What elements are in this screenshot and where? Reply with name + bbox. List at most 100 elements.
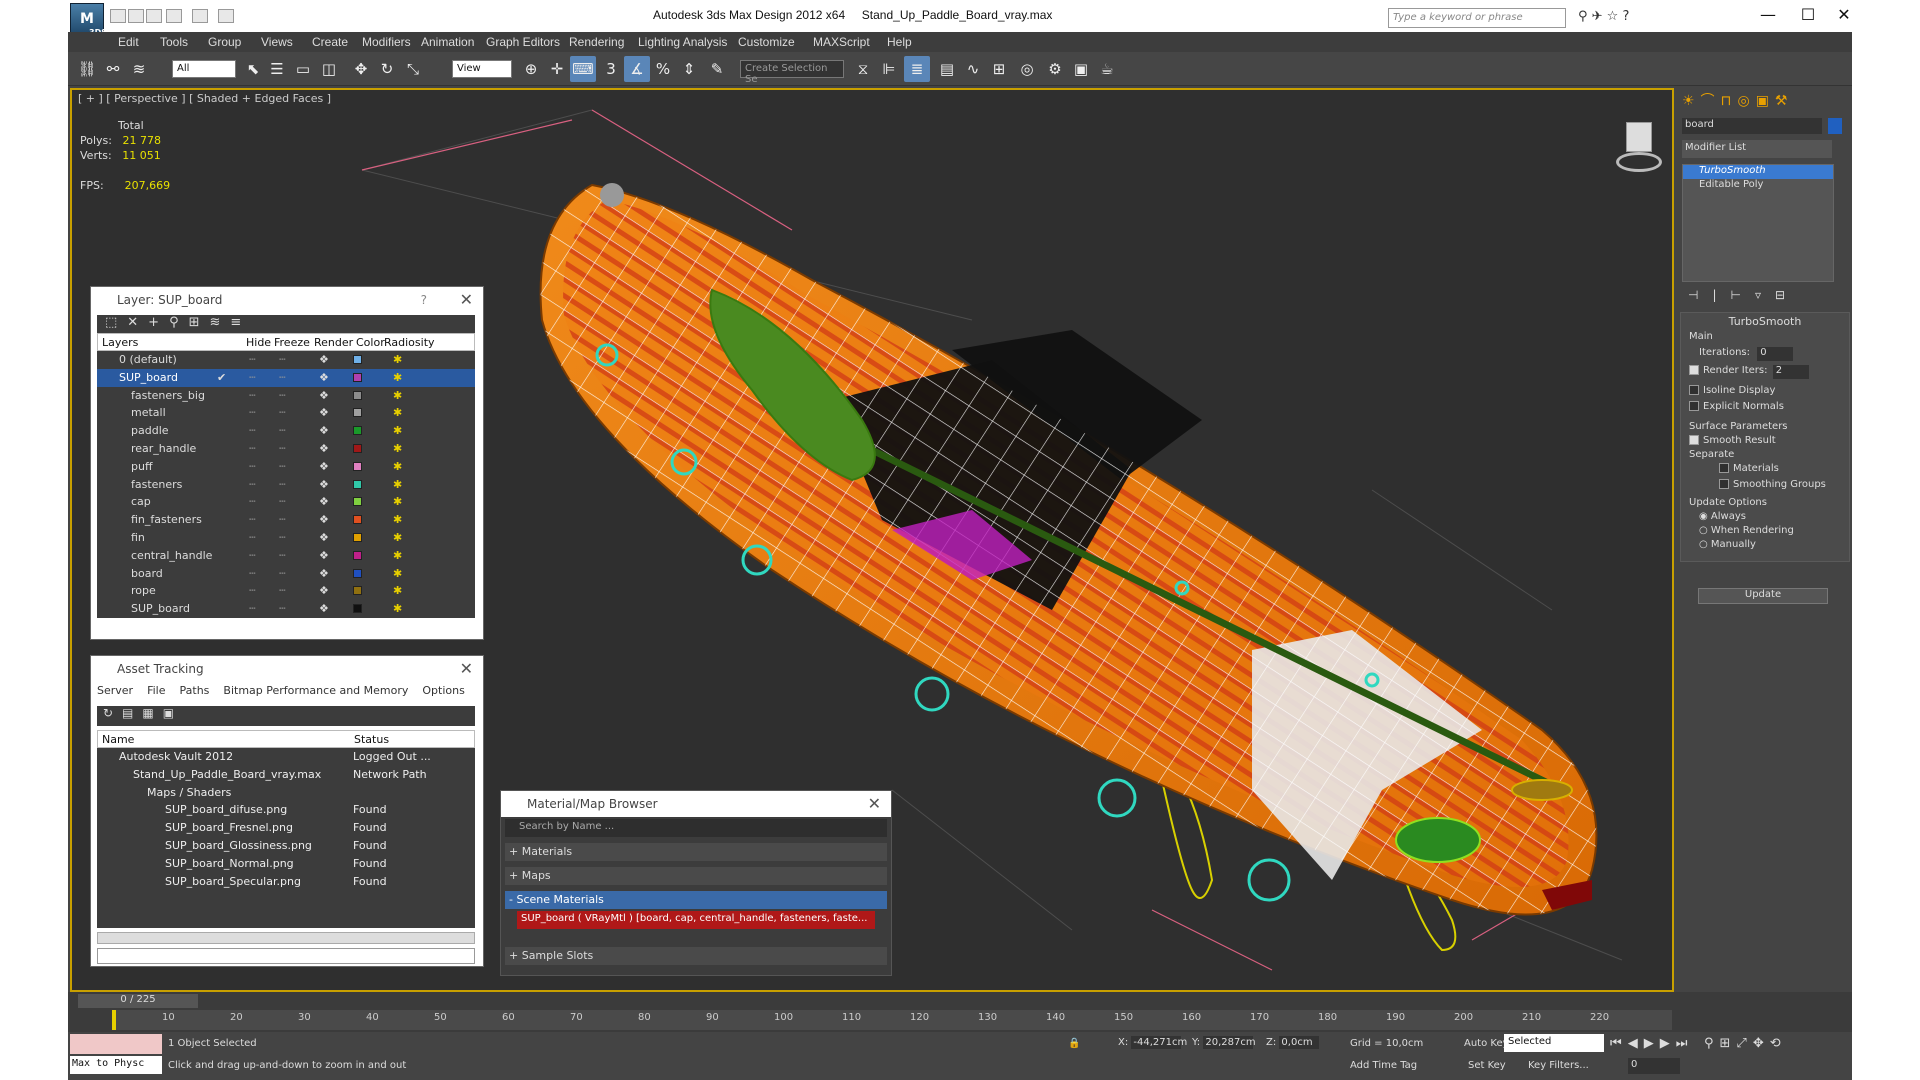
asset-list[interactable]: Autodesk Vault 2012 Logged Out ... Stand_… (97, 748, 475, 928)
rotate-icon[interactable]: ↻ (374, 56, 400, 82)
smoothing-groups-checkbox[interactable]: Smoothing Groups (1719, 479, 1826, 490)
window-crossing-icon[interactable]: ◫ (316, 56, 342, 82)
render-setup-icon[interactable]: ⚙ (1042, 56, 1068, 82)
layer-list[interactable]: 0 (default) ┄ ┄ ❖ ✱ SUP_board ✔ ┄ ┄ ❖ ✱ fasteners… (97, 351, 475, 618)
asset-toolbar[interactable]: ↻▤▦▣ (97, 706, 475, 726)
undo-icon[interactable] (166, 9, 182, 23)
align-icon[interactable]: ⊫ (876, 56, 902, 82)
asset-row[interactable]: Autodesk Vault 2012 Logged Out ... (97, 748, 475, 766)
asset-row[interactable]: SUP_board_Fresnel.png Found (97, 819, 475, 837)
menu-customize[interactable]: Customize (738, 35, 795, 49)
explicit-normals-checkbox[interactable]: Explicit Normals (1689, 401, 1784, 412)
project-folder-icon[interactable] (218, 9, 234, 23)
percent-snap-icon[interactable]: % (650, 56, 676, 82)
asset-row[interactable]: SUP_board_difuse.png Found (97, 801, 475, 819)
named-selection-dropdown[interactable]: Create Selection Se (740, 60, 844, 85)
rendered-frame-icon[interactable]: ▣ (1068, 56, 1094, 82)
close-button[interactable]: ✕ (1824, 2, 1852, 28)
rect-selection-icon[interactable]: ▭ (290, 56, 316, 82)
close-icon[interactable]: ✕ (460, 656, 473, 682)
select-manipulate-icon[interactable]: ✛ (544, 56, 570, 82)
coord-z[interactable]: Z: 0,0cm (1266, 1036, 1320, 1049)
render-iters-row[interactable]: Render Iters: 2 (1689, 365, 1809, 379)
layer-row[interactable]: rope ┄ ┄ ❖ ✱ (97, 582, 475, 600)
browser-section-maps[interactable]: + Maps (505, 867, 887, 885)
close-icon[interactable]: ✕ (460, 287, 473, 313)
perspective-viewport[interactable]: [ + ] [ Perspective ] [ Shaded + Edged F… (70, 88, 1674, 992)
spinner-snap-icon[interactable]: ⇕ (676, 56, 702, 82)
menu-rendering[interactable]: Rendering (569, 35, 624, 49)
stack-item-editable-poly[interactable]: Editable Poly (1683, 179, 1833, 193)
select-by-name-icon[interactable]: ☰ (264, 56, 290, 82)
scene-material-item[interactable]: SUP_board ( VRayMtl ) [board, cap, centr… (517, 911, 875, 929)
layer-row[interactable]: metall ┄ ┄ ❖ ✱ (97, 404, 475, 422)
close-icon[interactable]: ✕ (868, 791, 881, 817)
unlink-icon[interactable]: ⚯ (100, 56, 126, 82)
layer-row[interactable]: puff ┄ ┄ ❖ ✱ (97, 458, 475, 476)
menu-edit[interactable]: Edit (118, 35, 139, 49)
graphite-toggle-icon[interactable]: ▤ (934, 56, 960, 82)
browser-section-materials[interactable]: + Materials (505, 843, 887, 861)
layer-row[interactable]: rear_handle ┄ ┄ ❖ ✱ (97, 440, 475, 458)
keyboard-shortcut-toggle-icon[interactable]: ⌨ (570, 56, 596, 82)
layer-row[interactable]: SUP_board ┄ ┄ ❖ ✱ (97, 600, 475, 618)
save-file-icon[interactable] (146, 9, 162, 23)
layer-row[interactable]: board ┄ ┄ ❖ ✱ (97, 565, 475, 583)
menu-graph-editors[interactable]: Graph Editors (486, 35, 560, 49)
layer-window-title[interactable]: Layer: SUP_board ? ✕ (91, 287, 483, 313)
materials-checkbox[interactable]: Materials (1719, 463, 1779, 474)
object-color-swatch[interactable] (1828, 118, 1842, 134)
add-time-tag[interactable]: Add Time Tag (1350, 1060, 1417, 1071)
asset-row[interactable]: SUP_board_Normal.png Found (97, 855, 475, 873)
viewcube[interactable] (1612, 118, 1664, 172)
asset-row[interactable]: Maps / Shaders (97, 784, 475, 802)
coord-x[interactable]: X: -44,271cm (1118, 1036, 1187, 1049)
menu-views[interactable]: Views (261, 35, 293, 49)
layer-row[interactable]: fin ┄ ┄ ❖ ✱ (97, 529, 475, 547)
layer-row-default[interactable]: 0 (default) ┄ ┄ ❖ ✱ (97, 351, 475, 369)
bind-space-warp-icon[interactable]: ≋ (126, 56, 152, 82)
asset-scrollbar[interactable] (97, 932, 475, 944)
menu-create[interactable]: Create (312, 35, 348, 49)
menu-animation[interactable]: Animation (421, 35, 474, 49)
update-button[interactable]: Update (1698, 588, 1828, 604)
menu-tools[interactable]: Tools (160, 35, 188, 49)
menu-lighting-analysis[interactable]: Lighting Analysis (638, 35, 727, 49)
mirror-icon[interactable]: ⧖ (850, 56, 876, 82)
browser-section-scene-materials[interactable]: - Scene Materials (505, 891, 887, 909)
select-object-icon[interactable]: ⬉ (240, 56, 266, 82)
menu-help[interactable]: Help (887, 35, 912, 49)
layer-row[interactable]: fasteners ┄ ┄ ❖ ✱ (97, 476, 475, 494)
isoline-checkbox[interactable]: Isoline Display (1689, 385, 1775, 396)
new-file-icon[interactable] (110, 9, 126, 23)
asset-path-field[interactable] (97, 948, 475, 964)
layer-row[interactable]: paddle ┄ ┄ ❖ ✱ (97, 422, 475, 440)
current-frame-field[interactable]: 0 (1628, 1058, 1680, 1074)
radio-always[interactable]: ◉ Always (1699, 511, 1746, 522)
open-file-icon[interactable] (128, 9, 144, 23)
layer-row[interactable]: cap ┄ ┄ ❖ ✱ (97, 493, 475, 511)
angle-snap-icon[interactable]: ∡ (624, 56, 650, 82)
layer-row[interactable]: central_handle ┄ ┄ ❖ ✱ (97, 547, 475, 565)
radio-manually[interactable]: ○ Manually (1699, 539, 1756, 550)
move-icon[interactable]: ✥ (348, 56, 374, 82)
browser-title[interactable]: Material/Map Browser ✕ (501, 791, 891, 817)
layer-row-sup-board[interactable]: SUP_board ✔ ┄ ┄ ❖ ✱ (97, 368, 475, 387)
asset-menu[interactable]: Server File Paths Bitmap Performance and… (97, 684, 465, 702)
menu-maxscript[interactable]: MAXScript (813, 35, 870, 49)
pivot-icon[interactable]: ⊕ (518, 56, 544, 82)
layer-row[interactable]: fin_fasteners ┄ ┄ ❖ ✱ (97, 511, 475, 529)
asset-row[interactable]: Stand_Up_Paddle_Board_vray.max Network Pa… (97, 766, 475, 784)
infocenter-icons[interactable]: ⚲ ✈ ☆ ? (1578, 9, 1678, 25)
asset-row[interactable]: SUP_board_Glossiness.png Found (97, 837, 475, 855)
maxscript-input[interactable]: Max to Physc (70, 1056, 162, 1074)
stack-item-turbosmooth[interactable]: TurboSmooth (1683, 165, 1833, 179)
auto-key-button[interactable]: Auto Key (1464, 1038, 1509, 1049)
asset-window-title[interactable]: Asset Tracking ✕ (91, 656, 483, 682)
layer-row[interactable]: fasteners_big ┄ ┄ ❖ ✱ (97, 387, 475, 405)
browser-section-sample-slots[interactable]: + Sample Slots (505, 947, 887, 965)
iterations-spinner[interactable]: 0 (1757, 347, 1794, 361)
browser-search[interactable]: Search by Name ... (505, 819, 887, 837)
asset-row[interactable]: SUP_board_Specular.png Found (97, 873, 475, 891)
modifier-list-dropdown[interactable]: Modifier List (1682, 140, 1832, 158)
